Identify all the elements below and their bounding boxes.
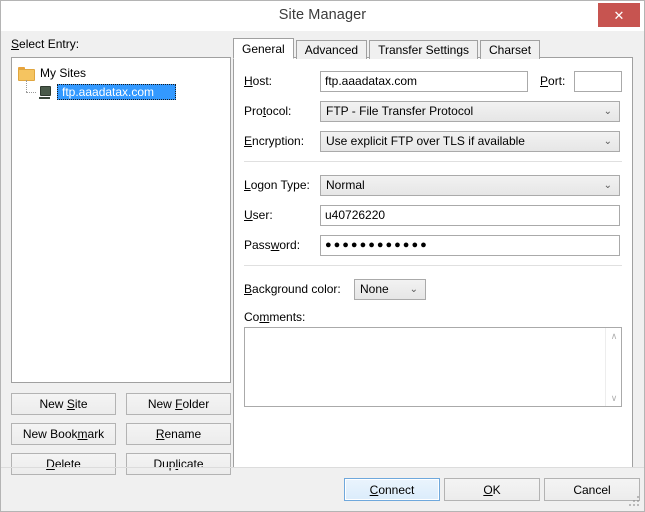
protocol-value: FTP - File Transfer Protocol bbox=[326, 103, 474, 118]
protocol-row: Protocol: FTP - File Transfer Protocol ⌄ bbox=[244, 100, 622, 122]
rename-button[interactable]: Rename bbox=[126, 423, 231, 445]
encryption-label: Encryption: bbox=[244, 134, 305, 148]
dialog-body: Select Entry: My Sites ftp.aaadatax.com … bbox=[1, 31, 644, 511]
server-icon bbox=[38, 85, 52, 99]
tree-item-label: My Sites bbox=[40, 65, 87, 80]
port-input[interactable] bbox=[574, 70, 622, 92]
tree-item-label: ftp.aaadatax.com bbox=[57, 83, 177, 100]
tab-bar: General Advanced Transfer Settings Chars… bbox=[233, 37, 633, 59]
logon-type-value: Normal bbox=[326, 177, 365, 192]
tab-advanced[interactable]: Advanced bbox=[295, 40, 368, 59]
folder-icon bbox=[18, 66, 35, 81]
new-bookmark-button[interactable]: New Bookmark bbox=[11, 423, 116, 445]
dialog-footer: Connect OK Cancel bbox=[1, 467, 644, 511]
tab-charset[interactable]: Charset bbox=[480, 40, 541, 59]
left-column: Select Entry: bbox=[11, 37, 231, 55]
close-icon[interactable]: ✕ bbox=[598, 3, 640, 27]
background-color-value: None bbox=[360, 281, 389, 296]
new-site-button[interactable]: New Site bbox=[11, 393, 116, 415]
chevron-down-icon: ⌄ bbox=[603, 105, 612, 117]
host-input[interactable] bbox=[320, 70, 528, 92]
chevron-down-icon: ⌄ bbox=[603, 179, 612, 191]
new-folder-button[interactable]: New Folder bbox=[126, 393, 231, 415]
section-divider-1 bbox=[244, 161, 622, 162]
chevron-down-icon: ⌄ bbox=[409, 283, 418, 295]
host-label: Host: bbox=[244, 74, 273, 88]
logon-type-select[interactable]: Normal ⌄ bbox=[320, 174, 620, 196]
ok-button[interactable]: OK bbox=[444, 478, 540, 501]
select-entry-label: Select Entry: bbox=[11, 37, 80, 51]
protocol-select[interactable]: FTP - File Transfer Protocol ⌄ bbox=[320, 100, 620, 122]
comments-field-wrapper: ∧ ∨ bbox=[244, 327, 622, 407]
protocol-label: Protocol: bbox=[244, 104, 292, 118]
comments-label: Comments: bbox=[244, 310, 306, 324]
tab-general[interactable]: General bbox=[233, 38, 294, 59]
comments-scrollbar[interactable]: ∧ ∨ bbox=[605, 328, 621, 406]
scroll-up-icon[interactable]: ∧ bbox=[606, 328, 622, 344]
password-input[interactable] bbox=[320, 234, 620, 256]
user-label: User: bbox=[244, 208, 273, 222]
port-label: Port: bbox=[540, 74, 566, 88]
background-color-row: Background color: None ⌄ bbox=[244, 278, 622, 300]
title-bar: Site Manager ✕ bbox=[1, 1, 644, 31]
page-title: Site Manager bbox=[278, 7, 367, 23]
user-input[interactable] bbox=[320, 204, 620, 226]
site-tree[interactable]: My Sites ftp.aaadatax.com bbox=[11, 57, 231, 383]
cancel-button[interactable]: Cancel bbox=[544, 478, 640, 501]
comments-textarea[interactable] bbox=[245, 328, 621, 406]
encryption-value: Use explicit FTP over TLS if available bbox=[326, 133, 525, 148]
site-manager-dialog: Site Manager ✕ Select Entry: My Sites ft… bbox=[0, 0, 645, 512]
host-row: Host: Port: bbox=[244, 70, 622, 92]
password-row: Password: bbox=[244, 234, 622, 256]
tab-panel-general: Host: Port: Protocol: FTP - File Transfe… bbox=[233, 57, 633, 468]
background-color-select[interactable]: None ⌄ bbox=[354, 278, 426, 300]
user-row: User: bbox=[244, 204, 622, 226]
scroll-down-icon[interactable]: ∨ bbox=[606, 390, 622, 406]
tab-transfer-settings[interactable]: Transfer Settings bbox=[369, 40, 479, 59]
right-column: General Advanced Transfer Settings Chars… bbox=[233, 37, 633, 469]
tree-item-my-sites[interactable]: My Sites bbox=[12, 63, 230, 82]
logon-type-label: Logon Type: bbox=[244, 178, 310, 192]
background-color-label: Background color: bbox=[244, 282, 341, 296]
encryption-select[interactable]: Use explicit FTP over TLS if available ⌄ bbox=[320, 130, 620, 152]
connect-button[interactable]: Connect bbox=[344, 478, 440, 501]
password-label: Password: bbox=[244, 238, 301, 252]
chevron-down-icon: ⌄ bbox=[603, 135, 612, 147]
tree-item-ftp-aaadatax-com[interactable]: ftp.aaadatax.com bbox=[12, 79, 230, 101]
resize-grip-icon[interactable] bbox=[629, 496, 641, 508]
encryption-row: Encryption: Use explicit FTP over TLS if… bbox=[244, 130, 622, 152]
tree-guide-line bbox=[22, 79, 38, 100]
tree-actions: New Site New Folder New Bookmark Rename … bbox=[11, 393, 231, 475]
section-divider-2 bbox=[244, 265, 622, 266]
logon-type-row: Logon Type: Normal ⌄ bbox=[244, 174, 622, 196]
